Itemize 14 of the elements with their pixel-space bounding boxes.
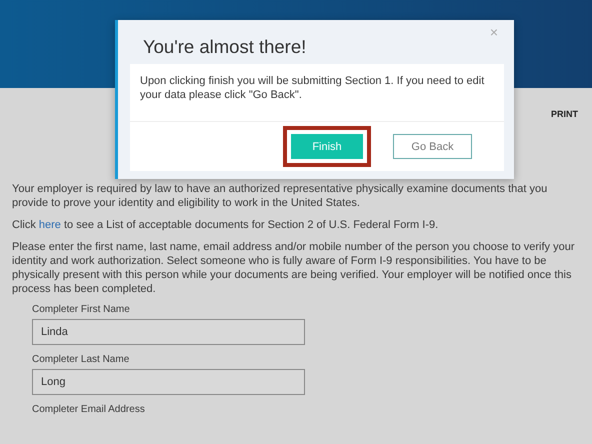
input-field[interactable]: Long [32, 369, 305, 395]
back-button[interactable]: Go Back [393, 134, 472, 159]
field-label: Completer Email Address [32, 404, 146, 415]
field-label: Completer First Name [32, 304, 131, 315]
finish-button[interactable]: Finish [291, 134, 363, 159]
paragraph: Your employer is required by law to have an authorized representative physically examine documents that you provide to prove your identity and eligibility to work in the United States. [12, 182, 548, 210]
paragraph: Please enter the first name, last name, email address and/or mobile number of the person you choose to verify your identity and work authorization. Select someone who is fully aware of Form I-9 responsibilities. You have to be physically present with this person while your documents are being verified. Your employer will be notified once this process has been completed. [12, 240, 576, 296]
print-link[interactable]: PRINT [551, 109, 578, 182]
input-field[interactable]: Linda [32, 319, 305, 345]
field-label: Completer Last Name [32, 354, 130, 365]
dialog-title: You're almost there! [143, 36, 306, 58]
here-link[interactable]: here [38, 219, 61, 231]
paragraph: Click here to see a List of acceptable documents for Section 2 of U.S. Federal Form I-9. [12, 218, 440, 232]
dialog-message: Upon clicking finish you will be submitting Section 1. If you need to edit your data please click "Go Back". [130, 64, 504, 122]
